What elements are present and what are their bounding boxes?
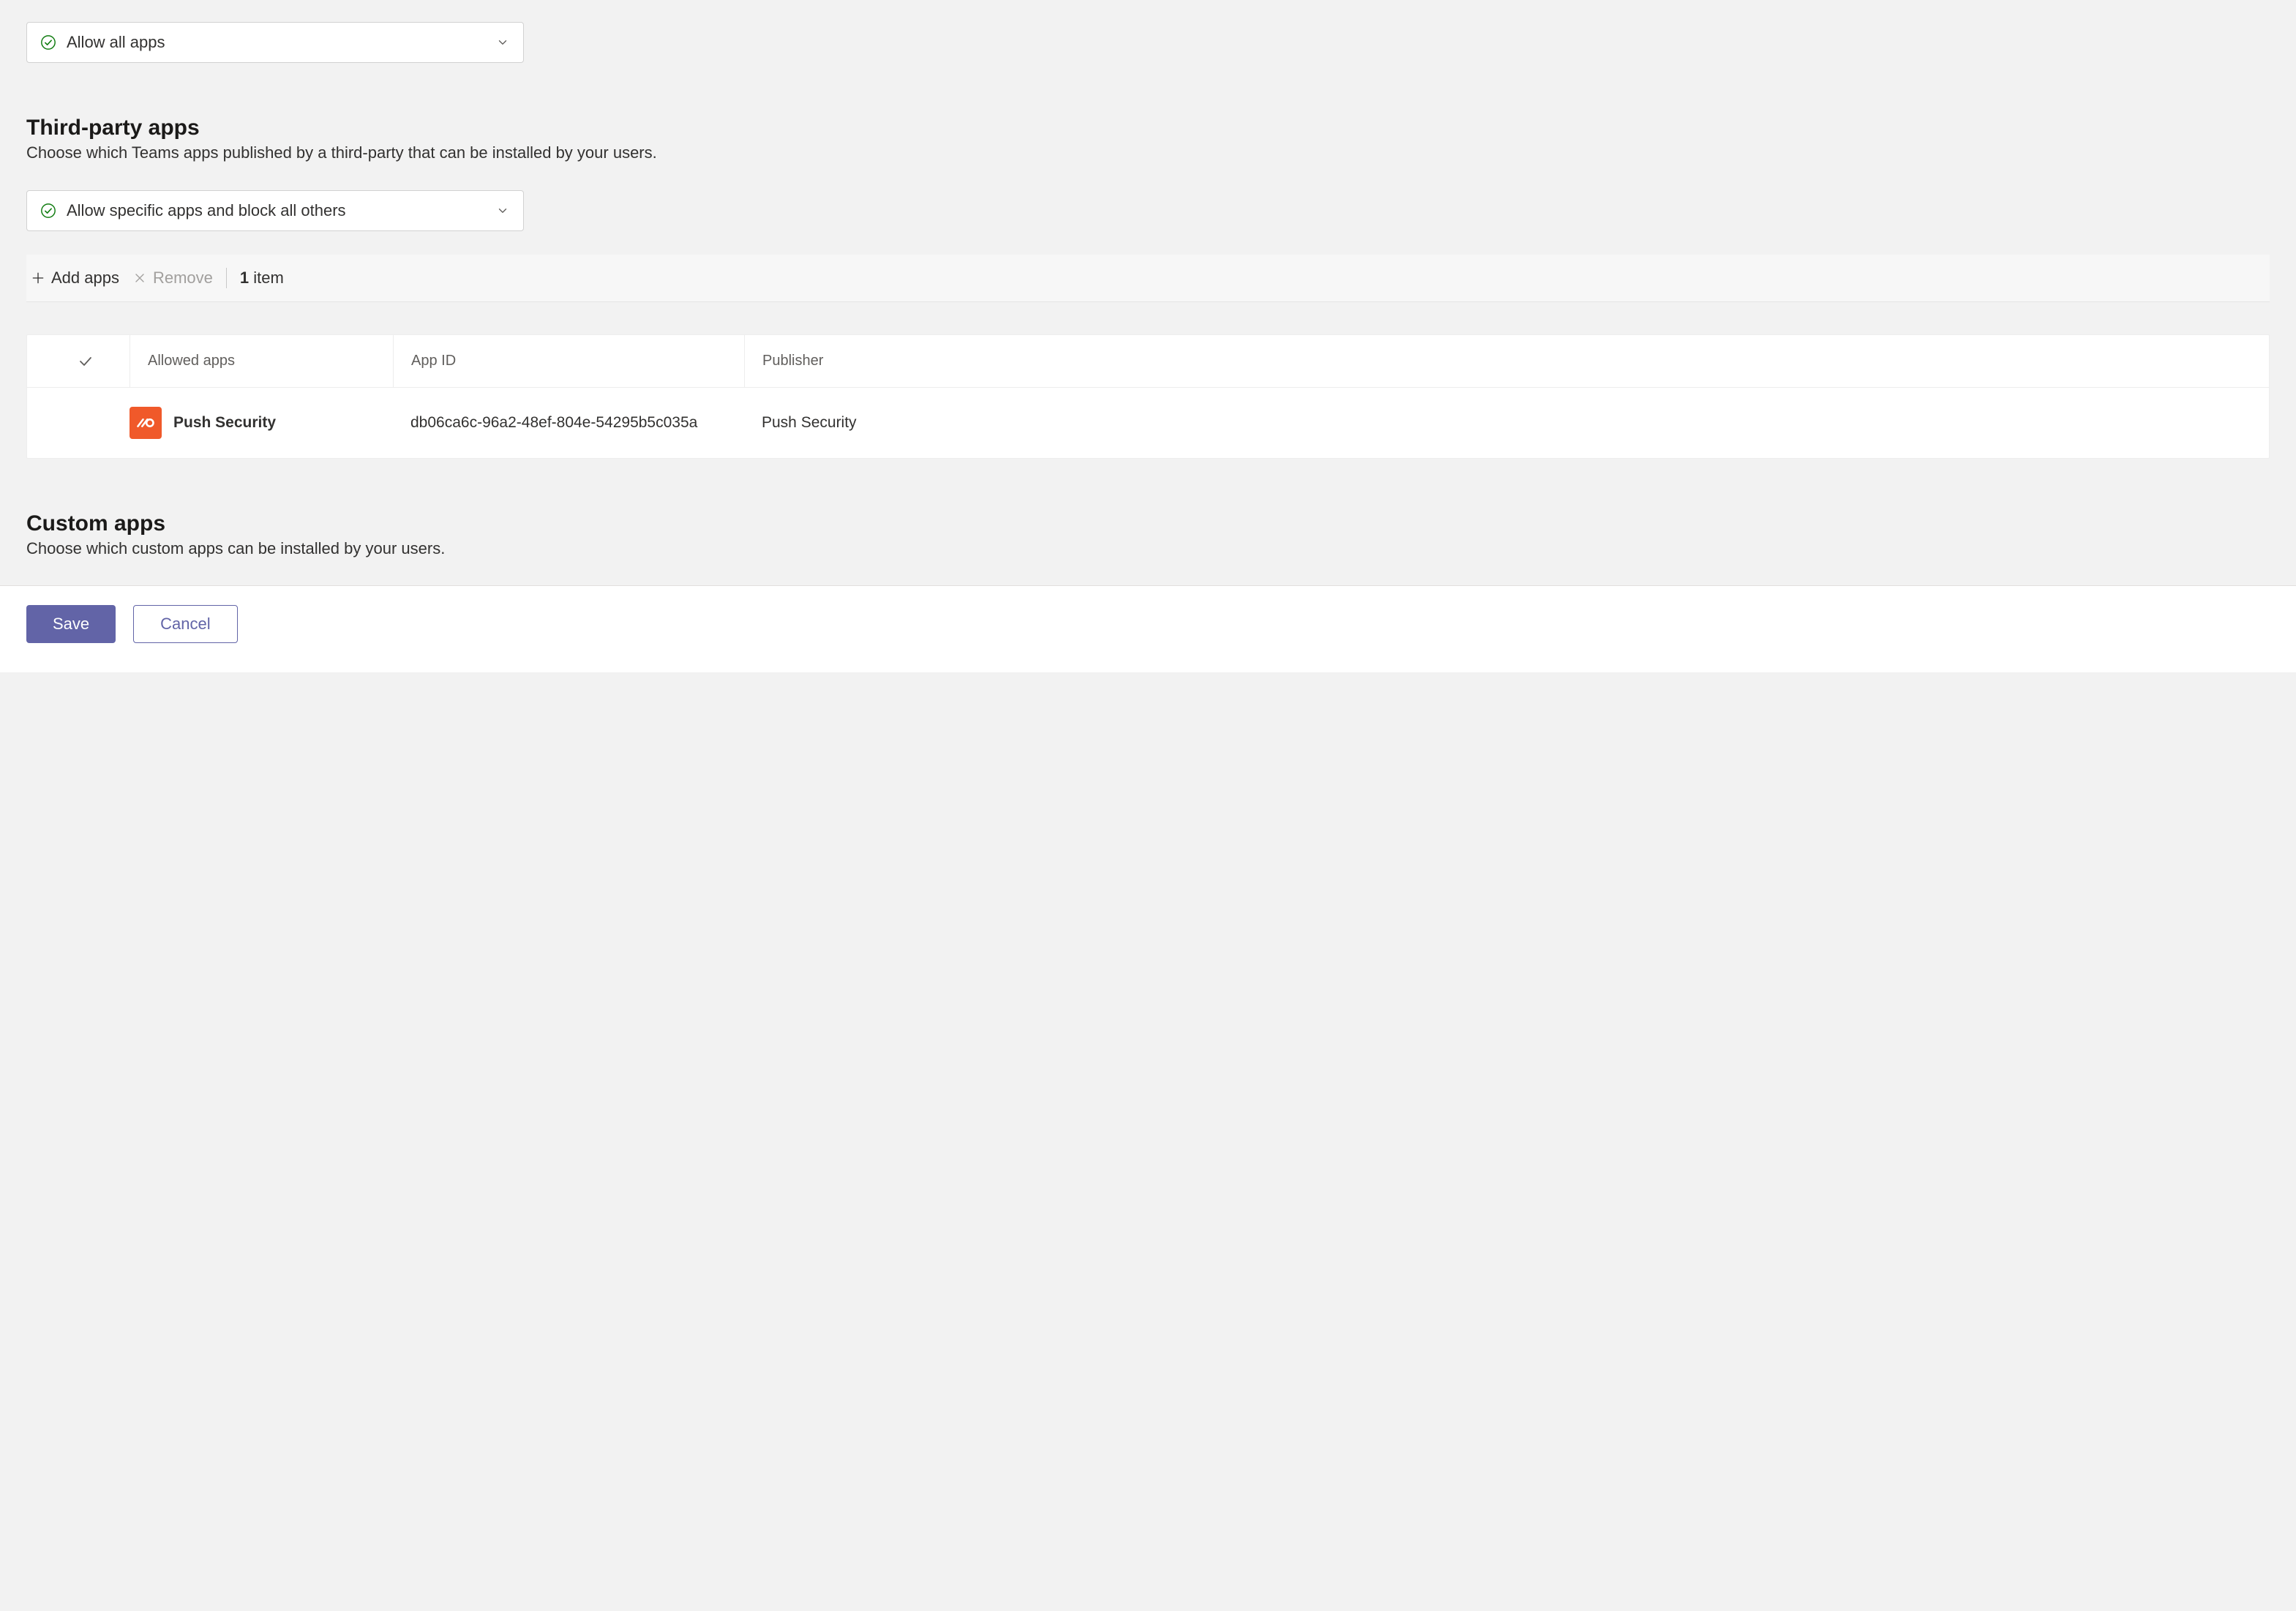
toolbar-divider — [226, 268, 227, 288]
third-party-apps-title: Third-party apps — [26, 116, 2270, 140]
chevron-down-icon — [495, 203, 510, 218]
microsoft-apps-dropdown[interactable]: Allow all apps — [26, 22, 524, 63]
publisher-value: Push Security — [744, 414, 2254, 432]
column-header-publisher[interactable]: Publisher — [744, 335, 2254, 387]
remove-apps-button[interactable]: Remove — [132, 268, 213, 288]
third-party-apps-dropdown[interactable]: Allow specific apps and block all others — [26, 190, 524, 231]
x-icon — [132, 271, 147, 285]
item-count-suffix: item — [249, 268, 284, 287]
third-party-apps-description: Choose which Teams apps published by a t… — [26, 143, 2270, 162]
app-id-value: db06ca6c-96a2-48ef-804e-54295b5c035a — [393, 414, 744, 432]
table-row[interactable]: Push Security db06ca6c-96a2-48ef-804e-54… — [27, 388, 2269, 458]
microsoft-apps-dropdown-label: Allow all apps — [67, 33, 495, 52]
footer-action-bar: Save Cancel — [0, 586, 2296, 672]
allowed-apps-toolbar: Add apps Remove 1 item — [26, 255, 2270, 302]
column-header-allowed-apps[interactable]: Allowed apps — [130, 335, 393, 387]
add-apps-button-label: Add apps — [51, 268, 119, 288]
remove-apps-button-label: Remove — [153, 268, 213, 288]
column-header-app-id[interactable]: App ID — [393, 335, 744, 387]
item-count: 1 item — [240, 268, 284, 288]
add-apps-button[interactable]: Add apps — [31, 268, 119, 288]
custom-apps-title: Custom apps — [26, 511, 2270, 536]
app-icon — [130, 407, 162, 439]
allowed-apps-table: Allowed apps App ID Publisher Push Secur… — [26, 334, 2270, 459]
table-header: Allowed apps App ID Publisher — [27, 335, 2269, 388]
item-count-number: 1 — [240, 268, 249, 287]
checkmark-circle-icon — [40, 34, 56, 50]
third-party-apps-dropdown-label: Allow specific apps and block all others — [67, 201, 495, 220]
cancel-button[interactable]: Cancel — [133, 605, 237, 643]
save-button[interactable]: Save — [26, 605, 116, 643]
select-all-checkbox[interactable] — [42, 353, 130, 370]
checkmark-circle-icon — [40, 203, 56, 219]
app-name: Push Security — [173, 414, 276, 432]
custom-apps-description: Choose which custom apps can be installe… — [26, 539, 2270, 558]
chevron-down-icon — [495, 35, 510, 50]
plus-icon — [31, 271, 45, 285]
